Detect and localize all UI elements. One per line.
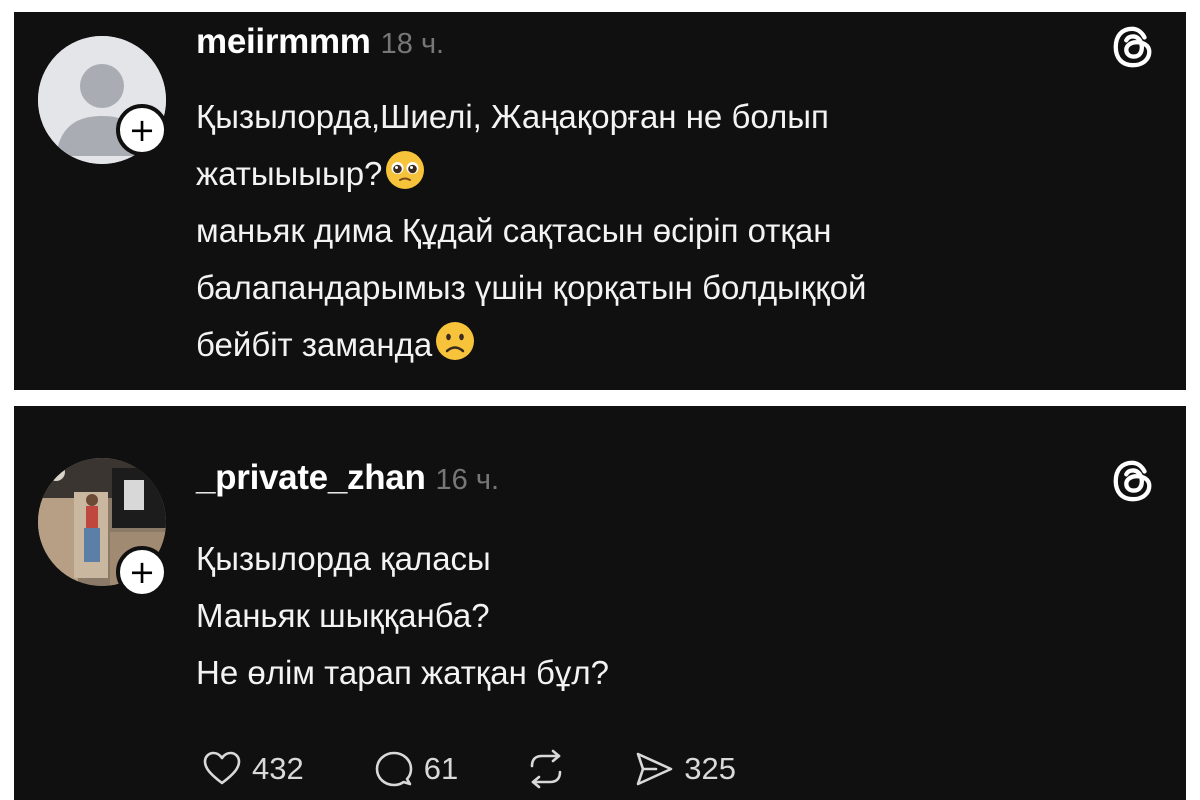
post-body: Қызылорда,Шиелі, Жаңақорған не болып жат… bbox=[196, 88, 1156, 373]
post-text-line-with-emoji: бейбіт заманда bbox=[196, 316, 1156, 373]
post-text-line-with-emoji: жатыыыыр? bbox=[196, 145, 1156, 202]
share-icon bbox=[636, 752, 673, 786]
slightly-frowning-face-emoji bbox=[436, 322, 475, 360]
post-card: + _private_zhan 16 ч. Қызылорда қаласы Ма… bbox=[14, 406, 1186, 800]
share-button[interactable]: 325 bbox=[634, 749, 736, 789]
plus-icon: + bbox=[128, 553, 156, 591]
post-header: meiirmmm 18 ч. bbox=[196, 22, 444, 62]
post-text: жатыыыыр? bbox=[196, 155, 383, 192]
post-body: Қызылорда қаласы Маньяк шыққанба? Не өлі… bbox=[196, 530, 1096, 701]
reply-button[interactable]: 61 bbox=[374, 749, 458, 789]
share-count: 325 bbox=[684, 751, 736, 786]
heart-icon bbox=[203, 751, 241, 785]
threads-logo-icon[interactable] bbox=[1110, 24, 1156, 70]
post-header: _private_zhan 16 ч. bbox=[196, 458, 499, 498]
like-button[interactable]: 432 bbox=[202, 749, 304, 789]
follow-plus-button[interactable]: + bbox=[116, 104, 168, 156]
post-text-line: Маньяк шыққанба? bbox=[196, 597, 490, 634]
post-actions-bar: 432 61 325 bbox=[202, 742, 736, 796]
plus-icon: + bbox=[128, 111, 156, 149]
username[interactable]: meiirmmm bbox=[196, 22, 371, 61]
post-text-line: Қызылорда қаласы bbox=[196, 540, 491, 577]
post-text-line: Қызылорда,Шиелі, Жаңақорған не болып bbox=[196, 98, 829, 135]
reply-icon bbox=[375, 751, 413, 787]
pleading-face-emoji bbox=[386, 151, 425, 189]
post-card: + meiirmmm 18 ч. Қызылорда,Шиелі, Жаңақор… bbox=[14, 12, 1186, 390]
post-time: 16 ч. bbox=[435, 464, 500, 496]
post-text-line: Не өлім тарап жатқан бұл? bbox=[196, 654, 609, 691]
username[interactable]: _private_zhan bbox=[196, 458, 426, 497]
threads-logo-icon[interactable] bbox=[1110, 458, 1156, 504]
repost-icon bbox=[530, 749, 562, 789]
follow-plus-button[interactable]: + bbox=[116, 546, 168, 598]
post-text: бейбіт заманда bbox=[196, 326, 433, 363]
reply-count: 61 bbox=[423, 751, 459, 786]
post-time: 18 ч. bbox=[380, 28, 445, 60]
post-text-line: балапандарымыз үшін қорқатын болдыққой bbox=[196, 269, 867, 306]
repost-button[interactable] bbox=[526, 749, 566, 789]
like-count: 432 bbox=[252, 751, 304, 786]
post-text-line: маньяк дима Құдай сақтасын өсіріп отқан bbox=[196, 212, 832, 249]
